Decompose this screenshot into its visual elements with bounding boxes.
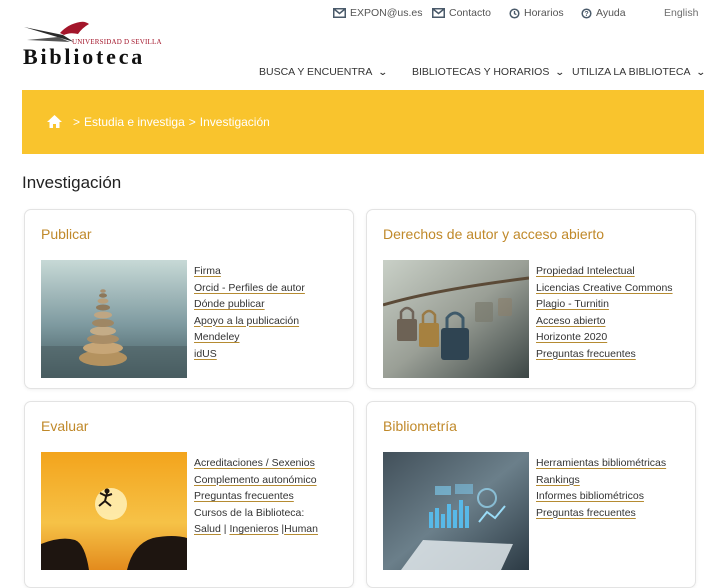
link-idus[interactable]: idUS [194, 346, 305, 363]
nav-label: BUSCA Y ENCUENTRA [259, 66, 373, 78]
card-evaluar: Evaluar Acreditaciones / Sexenios Comple… [24, 401, 354, 588]
card-bibliometria: Bibliometría Herramientas bibliométricas… [366, 401, 696, 588]
chevron-down-icon: ⌄ [378, 66, 389, 77]
hours-label: Horarios [524, 7, 564, 19]
link-creative-commons[interactable]: Licencias Creative Commons [536, 280, 673, 297]
courses-links: Salud | Ingenieros |Human [194, 521, 318, 538]
hero-banner: > Estudia e investiga > Investigación [22, 90, 704, 154]
help-link[interactable]: ? Ayuda [581, 7, 626, 19]
link-firma[interactable]: Firma [194, 263, 305, 280]
card-derechos-autor: Derechos de autor y acceso abierto Propi… [366, 209, 696, 389]
breadcrumb-separator: > [188, 114, 196, 129]
nav-bibliotecas-y-horarios[interactable]: BIBLIOTECAS Y HORARIOS ⌄ [412, 66, 566, 78]
link-preguntas-frecuentes[interactable]: Preguntas frecuentes [194, 488, 318, 505]
link-donde-publicar[interactable]: Dónde publicar [194, 296, 305, 313]
card-title: Evaluar [41, 418, 89, 434]
link-preguntas-frecuentes[interactable]: Preguntas frecuentes [536, 505, 666, 522]
contact-link[interactable]: Contacto [432, 7, 491, 19]
email-link[interactable]: EXPON@us.es [333, 7, 423, 19]
breadcrumb-item[interactable]: Estudia e investiga [84, 115, 185, 129]
link-horizonte-2020[interactable]: Horizonte 2020 [536, 329, 673, 346]
courses-separator: | [223, 523, 227, 535]
breadcrumb: > Estudia e investiga > Investigación [46, 114, 270, 129]
card-links: Firma Orcid - Perfiles de autor Dónde pu… [194, 263, 305, 362]
home-icon[interactable] [46, 114, 63, 129]
link-curso-ingenieros[interactable]: Ingenieros [229, 523, 278, 535]
help-icon: ? [581, 7, 592, 19]
link-complemento-autonomico[interactable]: Complemento autonómico [194, 472, 318, 489]
nav-label: UTILIZA LA BIBLIOTECA [572, 66, 691, 78]
link-propiedad-intelectual[interactable]: Propiedad Intelectual [536, 263, 673, 280]
help-label: Ayuda [596, 7, 626, 19]
card-title: Derechos de autor y acceso abierto [383, 226, 605, 242]
link-orcid[interactable]: Orcid - Perfiles de autor [194, 280, 305, 297]
nav-busca-y-encuentra[interactable]: BUSCA Y ENCUENTRA ⌄ [259, 66, 389, 78]
link-acceso-abierto[interactable]: Acceso abierto [536, 313, 673, 330]
link-preguntas-frecuentes[interactable]: Preguntas frecuentes [536, 346, 673, 363]
link-acreditaciones[interactable]: Acreditaciones / Sexenios [194, 455, 318, 472]
sunset-jump-image [41, 452, 187, 570]
site-logo[interactable]: UNIVERSIDAD D SEVILLA Biblioteca [20, 18, 180, 70]
svg-text:?: ? [584, 11, 588, 18]
card-publicar: Publicar Firma Orcid - Perfiles de autor… [24, 209, 354, 389]
email-label: EXPON@us.es [350, 7, 423, 19]
breadcrumb-separator: > [73, 114, 81, 129]
chevron-down-icon: ⌄ [696, 67, 704, 78]
link-apoyo-publicacion[interactable]: Apoyo a la publicación [194, 313, 305, 330]
analytics-tablet-image [383, 452, 529, 570]
card-title: Bibliometría [383, 418, 457, 434]
breadcrumb-current: Investigación [199, 114, 270, 129]
contact-label: Contacto [449, 7, 492, 19]
clock-icon [509, 7, 520, 19]
link-informes-bibliometricos[interactable]: Informes bibliométricos [536, 488, 666, 505]
courses-label: Cursos de la Biblioteca: [194, 506, 305, 519]
card-links: Propiedad Intelectual Licencias Creative… [536, 263, 673, 362]
main-nav: BUSCA Y ENCUENTRA ⌄ BIBLIOTECAS Y HORARI… [0, 66, 704, 82]
link-mendeley[interactable]: Mendeley [194, 329, 305, 346]
nav-utiliza-la-biblioteca[interactable]: UTILIZA LA BIBLIOTECA ⌄ [572, 66, 704, 78]
chevron-down-icon: ⌄ [555, 66, 566, 77]
envelope-icon [432, 8, 445, 18]
padlocks-image [383, 260, 529, 378]
page-title: Investigación [22, 173, 122, 192]
envelope-icon [333, 8, 346, 18]
hours-link[interactable]: Horarios [509, 7, 564, 19]
link-herramientas-bibliometricas[interactable]: Herramientas bibliométricas [536, 455, 666, 472]
card-title: Publicar [41, 226, 92, 242]
language-link[interactable]: English [664, 7, 698, 19]
link-curso-salud[interactable]: Salud [194, 523, 221, 535]
stacked-stones-image [41, 260, 187, 378]
link-rankings[interactable]: Rankings [536, 472, 666, 489]
card-links: Herramientas bibliométricas Rankings Inf… [536, 455, 666, 521]
card-links: Acreditaciones / Sexenios Complemento au… [194, 455, 318, 538]
link-curso-human[interactable]: Human [284, 523, 318, 535]
nav-label: BIBLIOTECAS Y HORARIOS [412, 66, 550, 78]
link-plagio-turnitin[interactable]: Plagio - Turnitin [536, 296, 673, 313]
